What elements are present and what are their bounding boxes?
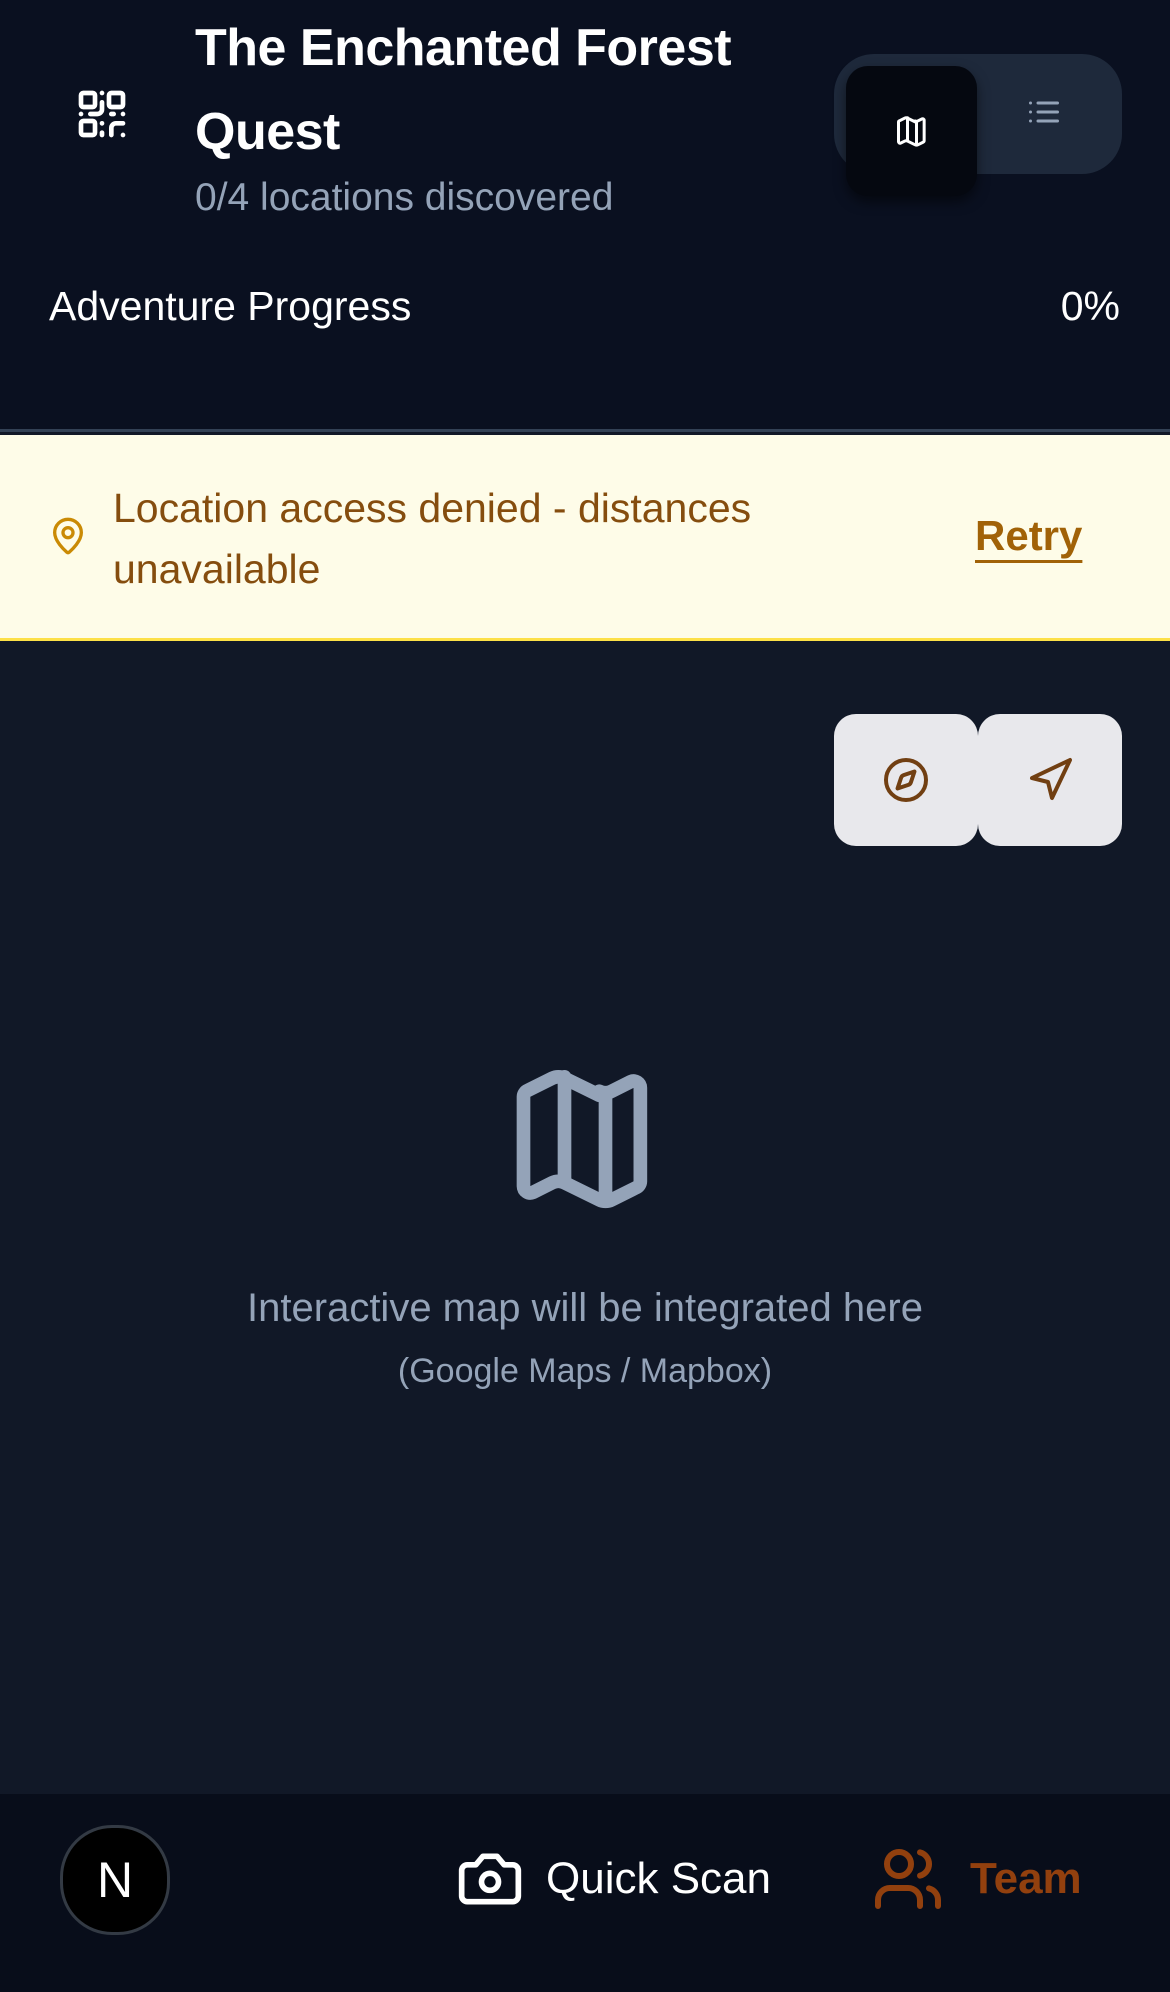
map-placeholder-text: Interactive map will be integrated here bbox=[247, 1286, 923, 1330]
compass-button[interactable] bbox=[834, 714, 978, 846]
map-icon bbox=[896, 116, 926, 147]
camera-icon bbox=[458, 1853, 522, 1905]
location-warning-message: Location access denied - distances unava… bbox=[113, 485, 752, 592]
view-toggle bbox=[834, 54, 1122, 196]
retry-button[interactable]: Retry bbox=[975, 508, 1082, 564]
progress-value: 0% bbox=[1060, 283, 1120, 329]
quick-scan-label: Quick Scan bbox=[546, 1854, 771, 1903]
team-button[interactable]: Team bbox=[872, 1844, 1082, 1914]
locations-discovered-count: 0/4 locations discovered bbox=[195, 176, 614, 219]
progress-label: Adventure Progress bbox=[49, 283, 412, 329]
map-pin-icon bbox=[53, 517, 84, 555]
qr-scan-button[interactable] bbox=[70, 82, 134, 146]
users-icon bbox=[875, 1849, 941, 1909]
qr-code-icon bbox=[78, 90, 126, 138]
progress-bar bbox=[49, 360, 1120, 368]
team-label: Team bbox=[970, 1854, 1082, 1903]
compass-icon bbox=[884, 758, 928, 802]
list-icon bbox=[1028, 101, 1059, 123]
my-location-button[interactable] bbox=[978, 714, 1122, 846]
navigation-icon bbox=[1030, 758, 1072, 800]
page-title: The Enchanted Forest Quest bbox=[195, 19, 732, 161]
map-placeholder-subtext: (Google Maps / Mapbox) bbox=[397, 1352, 773, 1390]
avatar[interactable]: N bbox=[60, 1825, 170, 1935]
list-view-button[interactable] bbox=[978, 56, 1109, 168]
quick-scan-button[interactable]: Quick Scan bbox=[456, 1844, 771, 1914]
map-view-button[interactable] bbox=[846, 66, 977, 196]
map-placeholder-icon bbox=[516, 1069, 648, 1209]
